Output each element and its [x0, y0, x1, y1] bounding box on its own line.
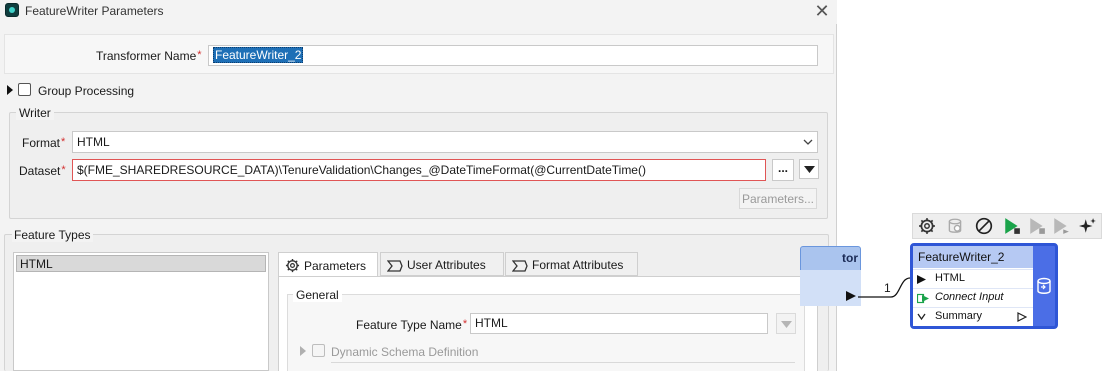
- feature-type-name-menu[interactable]: [776, 313, 796, 334]
- connect-input-icon: [917, 293, 929, 304]
- format-label: Format*: [22, 136, 66, 150]
- sigma-icon: [511, 260, 528, 272]
- dynamic-schema-label: Dynamic Schema Definition: [331, 345, 479, 359]
- gear-icon[interactable]: [918, 217, 936, 235]
- previous-node-title: tor: [842, 251, 858, 265]
- feature-types-list: HTML: [13, 252, 269, 371]
- title-bar: FeatureWriter Parameters ✕: [0, 0, 837, 24]
- feature-types-label: Feature Types: [12, 228, 93, 242]
- writer-group-label: Writer: [16, 106, 54, 120]
- gear-icon: [285, 258, 300, 273]
- close-icon[interactable]: ✕: [812, 1, 832, 21]
- dataset-input[interactable]: $(FME_SHAREDRESOURCE_DATA)\TenureValidat…: [72, 159, 766, 181]
- transformer-name-input[interactable]: FeatureWriter_2: [208, 45, 818, 66]
- feature-type-name-input[interactable]: HTML: [470, 313, 768, 334]
- group-processing-checkbox[interactable]: [18, 83, 31, 96]
- writer-database-icon: [1037, 277, 1051, 294]
- previous-node-body: [800, 270, 861, 306]
- connection-count: 1: [884, 281, 891, 295]
- dialog-title: FeatureWriter Parameters: [25, 4, 164, 18]
- sparkle-icon[interactable]: [1079, 217, 1097, 235]
- dynamic-schema-checkbox[interactable]: [312, 344, 325, 357]
- node-title: FeatureWriter_2: [913, 246, 1033, 268]
- expand-arrow-icon[interactable]: [7, 85, 13, 95]
- input-port-html[interactable]: HTML: [913, 269, 1033, 288]
- inspect-icon[interactable]: [946, 217, 964, 235]
- node-body: FeatureWriter_2 HTML Connect Input Summa…: [913, 246, 1033, 326]
- dynamic-schema-expand-icon[interactable]: [300, 346, 306, 356]
- feature-type-name-label: Feature Type Name*: [356, 318, 468, 332]
- tab-format-attributes[interactable]: Format Attributes: [505, 252, 638, 276]
- sigma-icon: [386, 260, 403, 272]
- feature-writer-dialog: FeatureWriter Parameters ✕ Transformer N…: [0, 0, 837, 371]
- triangle-down-icon: [804, 166, 815, 173]
- step-icon[interactable]: [1052, 217, 1070, 235]
- divider: [331, 362, 795, 363]
- browse-button[interactable]: ...: [772, 159, 794, 181]
- summary-port[interactable]: Summary: [913, 307, 1033, 326]
- run-to-icon[interactable]: [1003, 217, 1021, 235]
- chevron-down-icon: [917, 313, 926, 321]
- tab-parameters[interactable]: Parameters: [278, 252, 378, 277]
- run-from-icon[interactable]: [1028, 217, 1046, 235]
- transformer-name-label: Transformer Name*: [96, 49, 202, 63]
- featurewriter-node[interactable]: FeatureWriter_2 HTML Connect Input Summa…: [910, 243, 1058, 329]
- chevron-down-icon: [803, 139, 813, 145]
- tab-user-attributes[interactable]: User Attributes: [380, 252, 504, 276]
- output-port-icon: [1017, 312, 1027, 322]
- disable-icon[interactable]: [975, 217, 993, 235]
- connect-input-port[interactable]: Connect Input: [913, 288, 1033, 307]
- group-processing-label: Group Processing: [38, 84, 135, 98]
- output-port-icon[interactable]: [846, 291, 856, 301]
- dataset-menu-button[interactable]: [799, 159, 819, 179]
- format-value: HTML: [77, 135, 110, 149]
- general-label: General: [293, 288, 342, 302]
- input-port-icon: [917, 275, 926, 284]
- triangle-down-icon: [781, 321, 792, 328]
- dataset-label: Dataset*: [19, 164, 66, 178]
- fme-app-icon: [5, 3, 19, 17]
- feature-type-item[interactable]: HTML: [16, 255, 266, 272]
- writer-parameters-button[interactable]: Parameters...: [739, 188, 817, 209]
- format-select[interactable]: HTML: [72, 131, 818, 153]
